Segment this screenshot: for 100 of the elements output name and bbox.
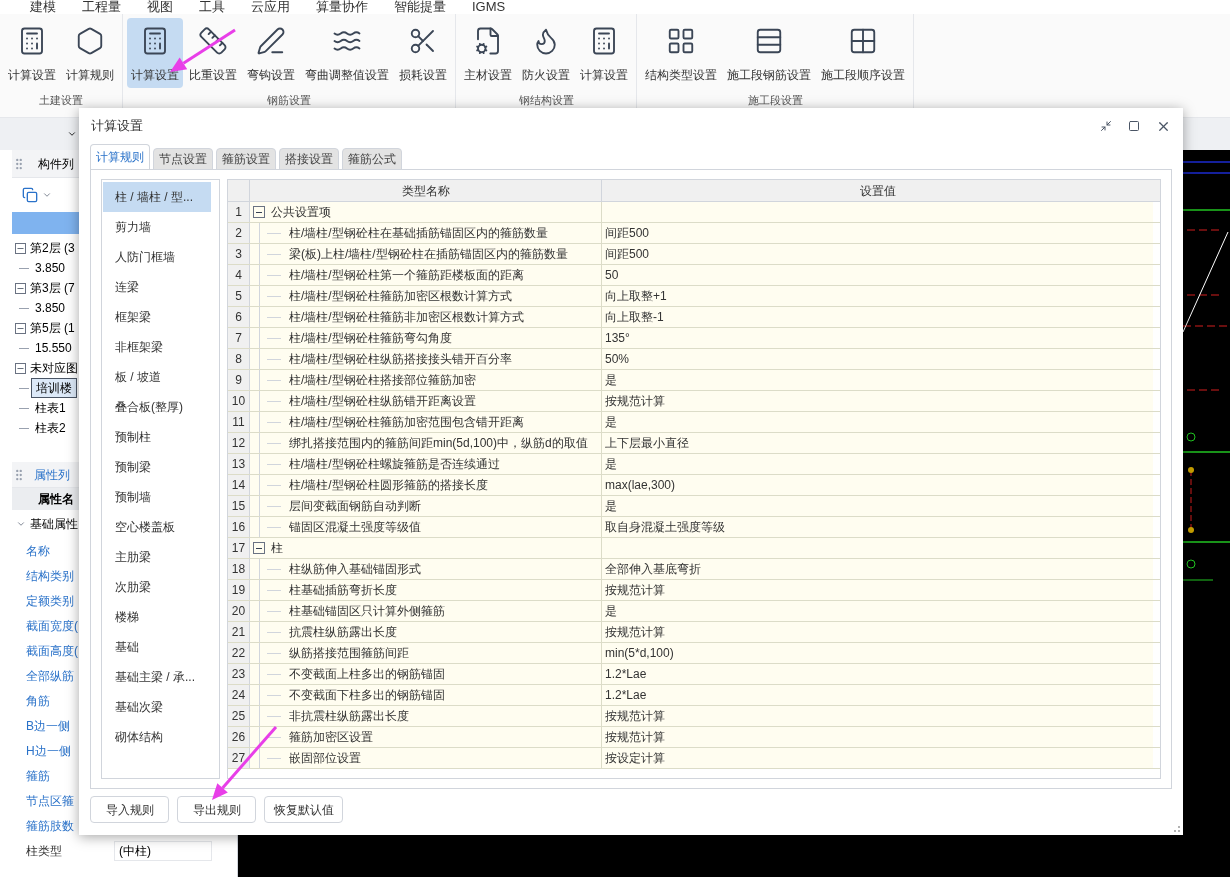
panel-tab[interactable]: 属性列: [34, 465, 70, 484]
setting-value[interactable]: 上下层最小直径: [602, 433, 1153, 453]
setting-value[interactable]: 1.2*Lae: [602, 664, 1153, 684]
ribbon-button[interactable]: 主材设置: [460, 18, 516, 88]
property-name: 箍筋肢数: [25, 817, 75, 835]
tree-item[interactable]: 3.850: [31, 259, 70, 277]
setting-value[interactable]: 全部伸入基底弯折: [602, 559, 1153, 579]
collapse-icon[interactable]: [15, 242, 26, 254]
setting-value[interactable]: 是: [602, 454, 1153, 474]
dialog-button[interactable]: 导出规则: [177, 796, 256, 823]
setting-value[interactable]: 按规范计算: [602, 727, 1153, 747]
setting-value[interactable]: 是: [602, 370, 1153, 390]
setting-value[interactable]: 取自身混凝土强度等级: [602, 517, 1153, 537]
tree-item[interactable]: 第2层 (3: [30, 239, 75, 257]
tab[interactable]: 箍筋公式: [342, 148, 402, 170]
setting-value[interactable]: 是: [602, 601, 1153, 621]
setting-value[interactable]: 是: [602, 412, 1153, 432]
dialog-button[interactable]: 导入规则: [90, 796, 169, 823]
menu-item[interactable]: 建模: [30, 0, 56, 14]
tab[interactable]: 计算规则: [90, 144, 150, 170]
ribbon-button[interactable]: 计算设置: [576, 18, 632, 88]
property-name: 柱类型: [25, 842, 63, 860]
category-item[interactable]: 空心楼盖板: [103, 512, 211, 542]
menu-item[interactable]: 算量协作: [316, 0, 368, 14]
collapse-icon[interactable]: [15, 322, 26, 334]
ribbon-button[interactable]: 计算规则: [62, 18, 118, 88]
tree-item[interactable]: 柱表1: [31, 399, 70, 417]
menu-item[interactable]: 云应用: [251, 0, 290, 14]
menu-item[interactable]: 智能提量: [394, 0, 446, 14]
category-item[interactable]: 板 / 坡道: [103, 362, 211, 392]
menu-item[interactable]: 工程量: [82, 0, 121, 14]
setting-value[interactable]: min(5*d,100): [602, 643, 1153, 663]
setting-value[interactable]: max(lae,300): [602, 475, 1153, 495]
tab[interactable]: 箍筋设置: [216, 148, 276, 170]
setting-value[interactable]: 是: [602, 496, 1153, 516]
collapse-icon[interactable]: [253, 542, 265, 554]
category-item[interactable]: 预制梁: [103, 452, 211, 482]
ribbon-button[interactable]: 防火设置: [518, 18, 574, 88]
property-value[interactable]: (中柱): [114, 840, 212, 861]
setting-value[interactable]: 间距500: [602, 223, 1153, 243]
tree-item[interactable]: 培训楼: [31, 378, 77, 398]
category-item[interactable]: 柱 / 墙柱 / 型...: [103, 182, 211, 212]
category-item[interactable]: 基础次梁: [103, 692, 211, 722]
setting-value[interactable]: 50: [602, 265, 1153, 285]
ribbon-button[interactable]: 计算设置: [4, 18, 60, 88]
setting-value[interactable]: 按规范计算: [602, 580, 1153, 600]
setting-value[interactable]: 间距500: [602, 244, 1153, 264]
menu-item[interactable]: 视图: [147, 0, 173, 14]
setting-value[interactable]: 135°: [602, 328, 1153, 348]
category-item[interactable]: 非框架梁: [103, 332, 211, 362]
minimize-icon[interactable]: [1100, 120, 1112, 132]
ribbon-button[interactable]: 比重设置: [185, 18, 241, 88]
menu-item[interactable]: IGMS: [472, 0, 506, 14]
setting-value[interactable]: 1.2*Lae: [602, 685, 1153, 705]
category-item[interactable]: 基础主梁 / 承...: [103, 662, 211, 692]
category-item[interactable]: 基础: [103, 632, 211, 662]
category-item[interactable]: 预制柱: [103, 422, 211, 452]
collapse-icon[interactable]: [15, 282, 26, 294]
ribbon-button[interactable]: 结构类型设置: [641, 18, 721, 88]
tree-item[interactable]: 3.850: [31, 299, 70, 317]
collapse-icon[interactable]: [253, 206, 265, 218]
row-number: 5: [228, 286, 250, 306]
setting-name: 柱/墙柱/型钢砼柱纵筋错开距离设置: [289, 393, 476, 410]
setting-value[interactable]: 向上取整-1: [602, 307, 1153, 327]
maximize-icon[interactable]: [1128, 120, 1140, 132]
category-item[interactable]: 主肋梁: [103, 542, 211, 572]
category-item[interactable]: 次肋梁: [103, 572, 211, 602]
category-item[interactable]: 叠合板(整厚): [103, 392, 211, 422]
tree-item[interactable]: 柱表2: [31, 419, 70, 437]
setting-value[interactable]: 按规范计算: [602, 391, 1153, 411]
tree-item[interactable]: 第3层 (7: [30, 279, 75, 297]
category-item[interactable]: 剪力墙: [103, 212, 211, 242]
tree-item[interactable]: 15.550: [31, 339, 76, 357]
category-item[interactable]: 连梁: [103, 272, 211, 302]
tab[interactable]: 节点设置: [153, 148, 213, 170]
dialog-button[interactable]: 恢复默认值: [264, 796, 343, 823]
tab[interactable]: 搭接设置: [279, 148, 339, 170]
category-item[interactable]: 框架梁: [103, 302, 211, 332]
property-name: H边一侧: [25, 742, 72, 760]
ribbon-button[interactable]: 弯曲调整值设置: [301, 18, 393, 88]
property-name: 定额类别: [25, 592, 75, 610]
setting-value[interactable]: 50%: [602, 349, 1153, 369]
setting-value[interactable]: 按规范计算: [602, 622, 1153, 642]
category-item[interactable]: 楼梯: [103, 602, 211, 632]
setting-name: 柱/墙柱/型钢砼柱圆形箍筋的搭接长度: [289, 477, 488, 494]
setting-value[interactable]: 按设定计算: [602, 748, 1153, 768]
category-item[interactable]: 人防门框墙: [103, 242, 211, 272]
collapse-icon[interactable]: [15, 362, 26, 374]
tree-item[interactable]: 第5层 (1: [30, 319, 75, 337]
category-item[interactable]: 砌体结构: [103, 722, 211, 752]
setting-value[interactable]: 向上取整+1: [602, 286, 1153, 306]
ribbon-button[interactable]: 施工段钢筋设置: [723, 18, 815, 88]
setting-value[interactable]: 按规范计算: [602, 706, 1153, 726]
menu-item[interactable]: 工具: [199, 0, 225, 14]
ribbon-button[interactable]: 损耗设置: [395, 18, 451, 88]
tree-item[interactable]: 未对应图: [30, 359, 78, 377]
ribbon-button[interactable]: 施工段顺序设置: [817, 18, 909, 88]
ribbon-button[interactable]: 弯钩设置: [243, 18, 299, 88]
row-number: 14: [228, 475, 250, 495]
copy-icon[interactable]: [22, 187, 38, 203]
